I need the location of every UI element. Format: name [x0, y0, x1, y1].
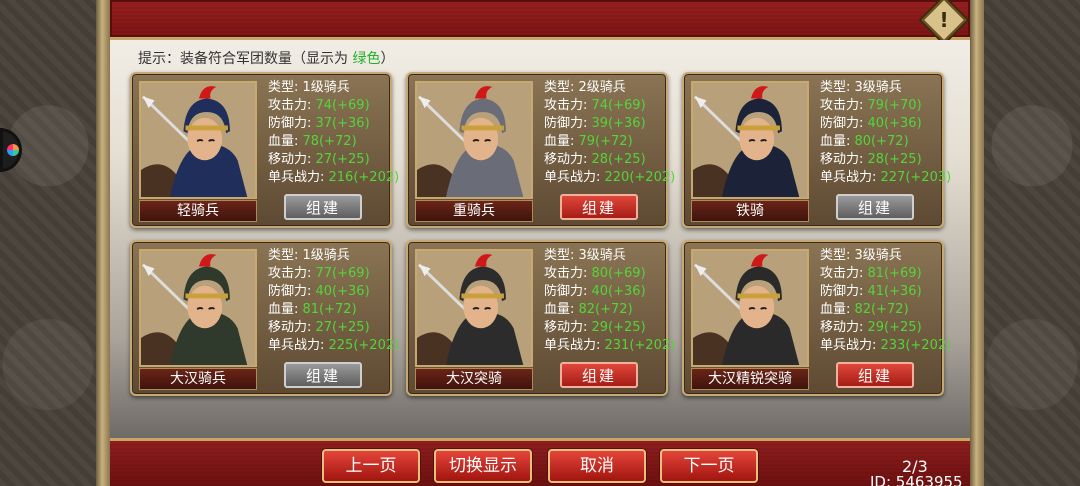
cavalry-portrait-image	[417, 83, 531, 197]
unit-stats: 类型: 1级骑兵 攻击力: 77(+69) 防御力: 40(+36) 血量: 8…	[268, 247, 399, 356]
prev-page-button[interactable]: 上一页	[322, 449, 420, 483]
cavalry-portrait-image	[693, 83, 807, 197]
unit-type: 类型: 3级骑兵	[544, 248, 626, 263]
build-button[interactable]: 组建	[284, 362, 362, 388]
build-button[interactable]: 组建	[284, 194, 362, 220]
stat-attack: 攻击力: 80(+69)	[544, 266, 646, 282]
stat-defense: 防御力: 39(+36)	[544, 116, 646, 132]
build-button[interactable]: 组建	[836, 194, 914, 220]
unit-portrait	[139, 81, 257, 199]
stat-attack: 攻击力: 77(+69)	[268, 266, 370, 282]
stat-hp: 血量: 79(+72)	[544, 134, 633, 150]
build-button[interactable]: 组建	[836, 362, 914, 388]
right-rail	[970, 0, 984, 486]
stat-hp: 血量: 78(+72)	[268, 134, 357, 150]
unit-type: 类型: 3级骑兵	[820, 80, 902, 95]
unit-card[interactable]: 大汉精锐突骑 类型: 3级骑兵 攻击力: 81(+69) 防御力: 41(+36…	[682, 240, 951, 396]
cancel-button[interactable]: 取消	[548, 449, 646, 483]
hint-green-word: 绿色	[352, 51, 381, 67]
unit-stats: 类型: 3级骑兵 攻击力: 79(+70) 防御力: 40(+36) 血量: 8…	[820, 79, 951, 188]
unit-portrait	[139, 249, 257, 367]
unit-card[interactable]: 重骑兵 类型: 2级骑兵 攻击力: 74(+69) 防御力: 39(+36) 血…	[406, 72, 675, 228]
unit-name: 大汉突骑	[415, 368, 533, 390]
next-page-button[interactable]: 下一页	[660, 449, 758, 483]
unit-portrait	[691, 249, 809, 367]
hint-text: 提示：装备符合军团数量（显示为 绿色）	[138, 48, 394, 68]
unit-type: 类型: 1级骑兵	[268, 248, 350, 263]
unit-list: 提示：装备符合军团数量（显示为 绿色） 轻骑兵 类型: 1级骑兵 攻击力: 74…	[110, 40, 970, 438]
stat-power: 单兵战力: 231(+202)	[544, 338, 676, 354]
stat-defense: 防御力: 40(+36)	[268, 284, 370, 300]
build-button[interactable]: 组建	[560, 194, 638, 220]
stat-hp: 血量: 81(+72)	[268, 302, 357, 318]
stat-attack: 攻击力: 74(+69)	[544, 98, 646, 114]
stat-power: 单兵战力: 233(+202)	[820, 338, 952, 354]
stat-hp: 血量: 82(+72)	[544, 302, 633, 318]
cavalry-portrait-image	[693, 251, 807, 365]
left-ornament-panel	[0, 0, 98, 486]
hint-suffix: ）	[380, 51, 395, 67]
stat-power: 单兵战力: 216(+202)	[268, 170, 400, 186]
hint-prefix: 提示：装备符合军团数量（显示为	[138, 51, 353, 67]
stat-attack: 攻击力: 79(+70)	[820, 98, 922, 114]
stat-defense: 防御力: 40(+36)	[820, 116, 922, 132]
dialog-header: !	[110, 0, 970, 43]
stat-attack: 攻击力: 74(+69)	[268, 98, 370, 114]
stat-power: 单兵战力: 227(+203)	[820, 170, 952, 186]
unit-type: 类型: 2级骑兵	[544, 80, 626, 95]
unit-portrait	[415, 249, 533, 367]
stat-move: 移动力: 27(+25)	[268, 152, 370, 168]
unit-portrait	[415, 81, 533, 199]
unit-type: 类型: 3级骑兵	[820, 248, 902, 263]
unit-name: 大汉骑兵	[139, 368, 257, 390]
unit-name: 铁骑	[691, 200, 809, 222]
stat-defense: 防御力: 40(+36)	[544, 284, 646, 300]
player-id: ID: 5463955	[870, 473, 963, 486]
unit-portrait	[691, 81, 809, 199]
stat-hp: 血量: 80(+72)	[820, 134, 909, 150]
cavalry-portrait-image	[417, 251, 531, 365]
unit-name: 轻骑兵	[139, 200, 257, 222]
stat-power: 单兵战力: 220(+202)	[544, 170, 676, 186]
unit-stats: 类型: 3级骑兵 攻击力: 81(+69) 防御力: 41(+36) 血量: 8…	[820, 247, 951, 356]
stat-move: 移动力: 28(+25)	[820, 152, 922, 168]
stat-move: 移动力: 27(+25)	[268, 320, 370, 336]
unit-stats: 类型: 3级骑兵 攻击力: 80(+69) 防御力: 40(+36) 血量: 8…	[544, 247, 675, 356]
unit-name: 重骑兵	[415, 200, 533, 222]
unit-type: 类型: 1级骑兵	[268, 80, 350, 95]
stat-attack: 攻击力: 81(+69)	[820, 266, 922, 282]
stat-defense: 防御力: 37(+36)	[268, 116, 370, 132]
stat-defense: 防御力: 41(+36)	[820, 284, 922, 300]
recruit-dialog: ! 提示：装备符合军团数量（显示为 绿色） 轻骑兵 类型: 1级骑兵 攻击力: …	[110, 0, 970, 486]
dialog-footer: 上一页 切换显示 取消 下一页 2/3 ID: 5463955	[110, 438, 970, 486]
stat-power: 单兵战力: 225(+202)	[268, 338, 400, 354]
alert-button[interactable]: !	[921, 0, 967, 43]
unit-name: 大汉精锐突骑	[691, 368, 809, 390]
stat-move: 移动力: 29(+25)	[544, 320, 646, 336]
warning-icon: !	[939, 8, 949, 32]
build-button[interactable]: 组建	[560, 362, 638, 388]
cavalry-portrait-image	[141, 83, 255, 197]
stat-move: 移动力: 29(+25)	[820, 320, 922, 336]
stat-move: 移动力: 28(+25)	[544, 152, 646, 168]
right-ornament-panel	[982, 0, 1080, 486]
unit-card[interactable]: 大汉骑兵 类型: 1级骑兵 攻击力: 77(+69) 防御力: 40(+36) …	[130, 240, 399, 396]
cavalry-portrait-image	[141, 251, 255, 365]
toggle-display-button[interactable]: 切换显示	[434, 449, 532, 483]
unit-card[interactable]: 大汉突骑 类型: 3级骑兵 攻击力: 80(+69) 防御力: 40(+36) …	[406, 240, 675, 396]
unit-card[interactable]: 轻骑兵 类型: 1级骑兵 攻击力: 74(+69) 防御力: 37(+36) 血…	[130, 72, 399, 228]
unit-stats: 类型: 1级骑兵 攻击力: 74(+69) 防御力: 37(+36) 血量: 7…	[268, 79, 399, 188]
stat-hp: 血量: 82(+72)	[820, 302, 909, 318]
unit-stats: 类型: 2级骑兵 攻击力: 74(+69) 防御力: 39(+36) 血量: 7…	[544, 79, 675, 188]
unit-card[interactable]: 铁骑 类型: 3级骑兵 攻击力: 79(+70) 防御力: 40(+36) 血量…	[682, 72, 951, 228]
left-rail	[96, 0, 110, 486]
